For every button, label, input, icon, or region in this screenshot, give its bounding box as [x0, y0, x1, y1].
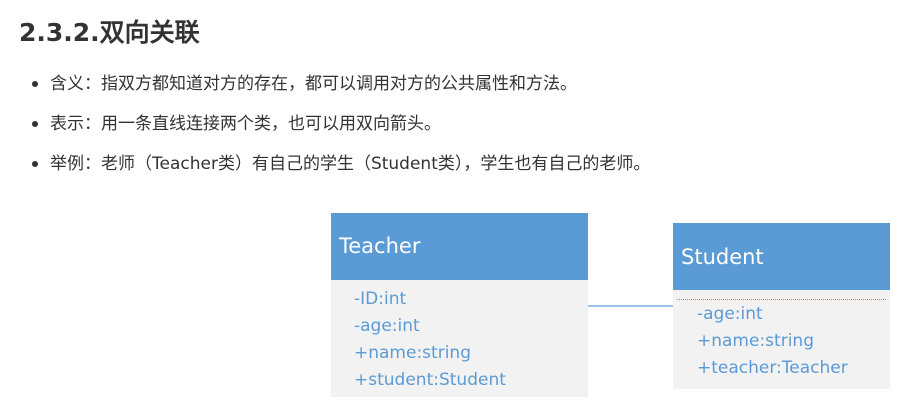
student-class-box: Student -age:int +name:string +teacher:T… [673, 223, 890, 389]
teacher-attribute: +name:string [354, 343, 471, 363]
bullet-item-example: 举例：老师（Teacher类）有自己的学生（Student类），学生也有自己的老… [0, 148, 650, 188]
bullet-text: 表示：用一条直线连接两个类，也可以用双向箭头。 [50, 114, 441, 134]
teacher-attribute: -age:int [354, 316, 420, 336]
student-class-name: Student [673, 223, 890, 290]
association-line [588, 305, 673, 307]
teacher-class-name: Teacher [331, 213, 588, 280]
student-attribute: +name:string [697, 331, 814, 351]
student-attribute-list: -age:int +name:string +teacher:Teacher [673, 300, 890, 382]
teacher-attribute: -ID:int [354, 289, 407, 309]
section-heading: 2.3.2.双向关联 [19, 18, 200, 47]
teacher-attribute: +student:Student [354, 370, 506, 390]
bullet-dot-icon [32, 121, 38, 127]
teacher-attribute-list: -ID:int -age:int +name:string +student:S… [331, 280, 588, 394]
bullet-item-representation: 表示：用一条直线连接两个类，也可以用双向箭头。 [0, 108, 650, 148]
student-attribute: +teacher:Teacher [697, 358, 848, 378]
teacher-class-box: Teacher -ID:int -age:int +name:string +s… [331, 213, 588, 397]
student-attribute: -age:int [697, 304, 763, 324]
bullet-dot-icon [32, 161, 38, 167]
bullet-text: 含义：指双方都知道对方的存在，都可以调用对方的公共属性和方法。 [50, 74, 577, 94]
bullet-dot-icon [32, 81, 38, 87]
bullet-item-meaning: 含义：指双方都知道对方的存在，都可以调用对方的公共属性和方法。 [0, 68, 650, 108]
bullet-list: 含义：指双方都知道对方的存在，都可以调用对方的公共属性和方法。 表示：用一条直线… [0, 68, 650, 188]
bullet-text: 举例：老师（Teacher类）有自己的学生（Student类），学生也有自己的老… [50, 154, 651, 174]
